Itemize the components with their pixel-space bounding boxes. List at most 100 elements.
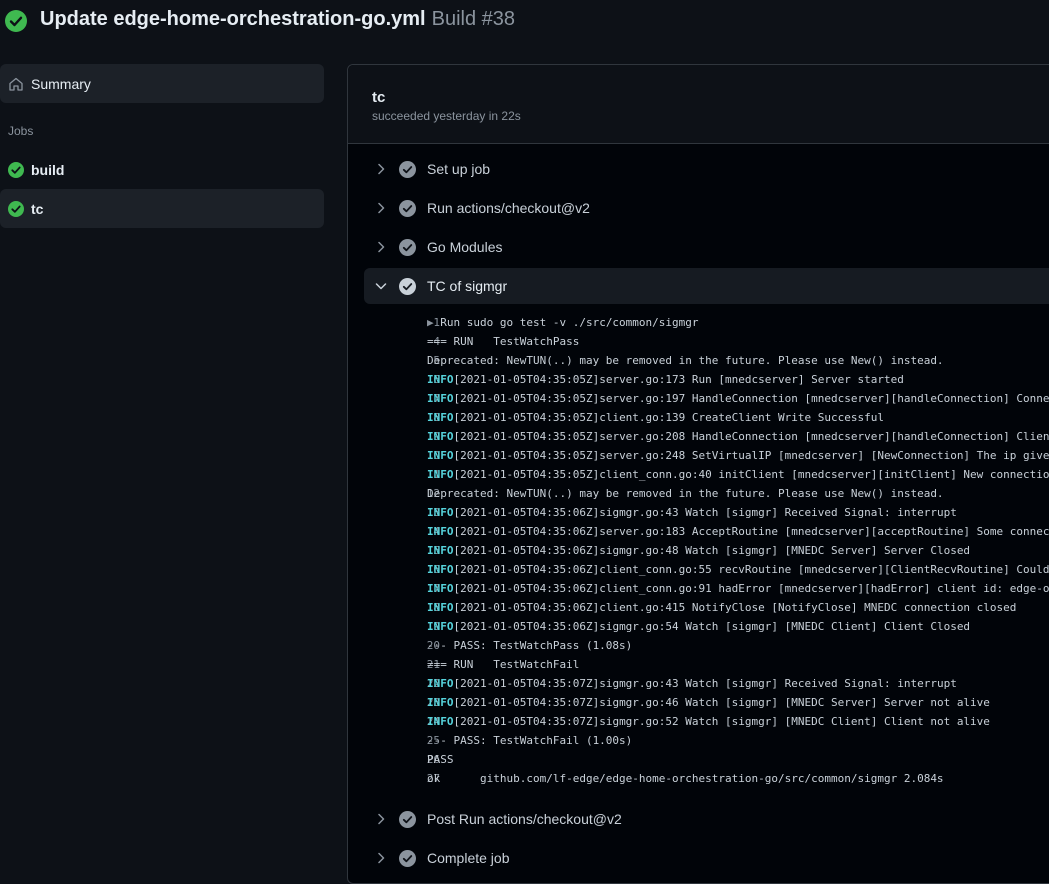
step-label: Complete job xyxy=(427,850,510,866)
step-label: Go Modules xyxy=(427,239,502,255)
step-post-run-checkout[interactable]: Post Run actions/checkout@v2 xyxy=(364,801,1049,837)
step-label: Post Run actions/checkout@v2 xyxy=(427,811,622,827)
log-message: [2021-01-05T04:35:07Z]sigmgr.go:52 Watch… xyxy=(454,715,990,728)
log-text: INFO[2021-01-05T04:35:07Z]sigmgr.go:46 W… xyxy=(427,693,990,712)
log-message: [2021-01-05T04:35:05Z]server.go:173 Run … xyxy=(454,373,904,386)
job-panel: tc succeeded yesterday in 22s Set up job… xyxy=(347,64,1049,884)
log-message: [2021-01-05T04:35:06Z]client_conn.go:91 … xyxy=(454,582,1049,595)
log-text: INFO[2021-01-05T04:35:05Z]client.go:139 … xyxy=(427,408,884,427)
chevron-right-icon xyxy=(374,162,388,176)
step-check-icon xyxy=(399,811,416,828)
step-check-icon xyxy=(399,239,416,256)
expand-triangle-icon[interactable]: ▶ xyxy=(427,316,440,329)
log-message: [2021-01-05T04:35:07Z]sigmgr.go:46 Watch… xyxy=(454,696,990,709)
log-line: 21=== RUN TestWatchFail xyxy=(348,655,1048,674)
log-line: 23INFO[2021-01-05T04:35:07Z]sigmgr.go:46… xyxy=(348,693,1048,712)
log-message: [2021-01-05T04:35:06Z]server.go:183 Acce… xyxy=(454,525,1049,538)
step-run-checkout[interactable]: Run actions/checkout@v2 xyxy=(364,190,1049,226)
log-text: --- PASS: TestWatchPass (1.08s) xyxy=(427,636,632,655)
log-text: INFO[2021-01-05T04:35:06Z]client_conn.go… xyxy=(427,579,1049,598)
sidebar-item-job-tc[interactable]: tc xyxy=(0,189,324,228)
log-text: INFO[2021-01-05T04:35:07Z]sigmgr.go:52 W… xyxy=(427,712,990,731)
log-message: [2021-01-05T04:35:06Z]sigmgr.go:43 Watch… xyxy=(454,506,957,519)
sidebar-item-label: Summary xyxy=(31,76,91,92)
log-message: --- PASS: TestWatchPass (1.08s) xyxy=(427,639,632,652)
step-check-icon xyxy=(399,161,416,178)
run-title: Update edge-home-orchestration-go.ymlBui… xyxy=(40,8,515,31)
log-line: 25--- PASS: TestWatchFail (1.00s) xyxy=(348,731,1048,750)
step-label: TC of sigmgr xyxy=(427,278,507,294)
log-message: [2021-01-05T04:35:06Z]sigmgr.go:54 Watch… xyxy=(454,620,971,633)
log-line: 22INFO[2021-01-05T04:35:07Z]sigmgr.go:43… xyxy=(348,674,1048,693)
log-message: --- PASS: TestWatchFail (1.00s) xyxy=(427,734,632,747)
chevron-down-icon xyxy=(374,279,388,293)
log-line: 16INFO[2021-01-05T04:35:06Z]client_conn.… xyxy=(348,560,1048,579)
log-level: INFO xyxy=(427,411,454,424)
log-level: INFO xyxy=(427,430,454,443)
log-line: 6INFO[2021-01-05T04:35:05Z]server.go:173… xyxy=(348,370,1048,389)
log-level: INFO xyxy=(427,525,454,538)
log-level: INFO xyxy=(427,563,454,576)
log-line: 1▶ Run sudo go test -v ./src/common/sigm… xyxy=(348,313,1048,332)
log-message: === RUN TestWatchFail xyxy=(427,658,579,671)
chevron-right-icon xyxy=(374,240,388,254)
log-line: 19INFO[2021-01-05T04:35:06Z]sigmgr.go:54… xyxy=(348,617,1048,636)
step-set-up-job[interactable]: Set up job xyxy=(364,151,1049,187)
log-message: [2021-01-05T04:35:06Z]client.go:415 Noti… xyxy=(454,601,1017,614)
step-complete-job[interactable]: Complete job xyxy=(364,840,1049,876)
log-text: Deprecated: NewTUN(..) may be removed in… xyxy=(427,351,944,370)
success-check-icon xyxy=(8,162,24,178)
step-label: Set up job xyxy=(427,161,490,177)
home-icon xyxy=(8,76,24,92)
log-text: Deprecated: NewTUN(..) may be removed in… xyxy=(427,484,944,503)
log-line: 5Deprecated: NewTUN(..) may be removed i… xyxy=(348,351,1048,370)
log-line: 9INFO[2021-01-05T04:35:05Z]server.go:208… xyxy=(348,427,1048,446)
log-line: 17INFO[2021-01-05T04:35:06Z]client_conn.… xyxy=(348,579,1048,598)
log-message: Deprecated: NewTUN(..) may be removed in… xyxy=(427,487,944,500)
log-level: INFO xyxy=(427,544,454,557)
log-message: [2021-01-05T04:35:06Z]sigmgr.go:48 Watch… xyxy=(454,544,971,557)
step-check-icon xyxy=(399,850,416,867)
chevron-right-icon xyxy=(374,201,388,215)
log-text: INFO[2021-01-05T04:35:06Z]server.go:183 … xyxy=(427,522,1049,541)
log-text: INFO[2021-01-05T04:35:06Z]sigmgr.go:43 W… xyxy=(427,503,957,522)
log-level: INFO xyxy=(427,601,454,614)
log-line: 13INFO[2021-01-05T04:35:06Z]sigmgr.go:43… xyxy=(348,503,1048,522)
log-line: 10INFO[2021-01-05T04:35:05Z]server.go:24… xyxy=(348,446,1048,465)
log-level: INFO xyxy=(427,373,454,386)
log-text: INFO[2021-01-05T04:35:05Z]server.go:173 … xyxy=(427,370,904,389)
log-line: 14INFO[2021-01-05T04:35:06Z]server.go:18… xyxy=(348,522,1048,541)
step-tc-of-sigmgr[interactable]: TC of sigmgr xyxy=(364,268,1049,304)
build-number: Build #38 xyxy=(432,8,515,30)
sidebar-item-label: build xyxy=(31,162,64,178)
log-text: INFO[2021-01-05T04:35:05Z]client_conn.go… xyxy=(427,465,1049,484)
log-level: INFO xyxy=(427,677,454,690)
log-text: INFO[2021-01-05T04:35:05Z]server.go:248 … xyxy=(427,446,1049,465)
log-text: ▶ Run sudo go test -v ./src/common/sigmg… xyxy=(427,313,699,332)
log-message: Run sudo go test -v ./src/common/sigmgr xyxy=(440,316,698,329)
log-text: --- PASS: TestWatchFail (1.00s) xyxy=(427,731,632,750)
step-check-icon xyxy=(399,278,416,295)
log-message: [2021-01-05T04:35:05Z]client.go:139 Crea… xyxy=(454,411,884,424)
chevron-right-icon xyxy=(374,812,388,826)
log-text: ok github.com/lf-edge/edge-home-orchestr… xyxy=(427,769,944,788)
log-line: 27ok github.com/lf-edge/edge-home-orches… xyxy=(348,769,1048,788)
log-message: [2021-01-05T04:35:07Z]sigmgr.go:43 Watch… xyxy=(454,677,957,690)
sidebar-item-summary[interactable]: Summary xyxy=(0,64,324,103)
log-line: 20--- PASS: TestWatchPass (1.08s) xyxy=(348,636,1048,655)
log-message: [2021-01-05T04:35:06Z]client_conn.go:55 … xyxy=(454,563,1049,576)
sidebar-item-job-build[interactable]: build xyxy=(0,150,324,189)
success-check-icon xyxy=(5,10,27,32)
step-go-modules[interactable]: Go Modules xyxy=(364,229,1049,265)
log-level: INFO xyxy=(427,468,454,481)
step-log: 1▶ Run sudo go test -v ./src/common/sigm… xyxy=(348,313,1048,788)
log-line: 26PASS xyxy=(348,750,1048,769)
log-message: Deprecated: NewTUN(..) may be removed in… xyxy=(427,354,944,367)
log-message: [2021-01-05T04:35:05Z]server.go:197 Hand… xyxy=(454,392,1049,405)
job-status: succeeded yesterday in 22s xyxy=(372,109,521,123)
log-line: 7INFO[2021-01-05T04:35:05Z]server.go:197… xyxy=(348,389,1048,408)
log-line: 11INFO[2021-01-05T04:35:05Z]client_conn.… xyxy=(348,465,1048,484)
log-level: INFO xyxy=(427,696,454,709)
log-text: INFO[2021-01-05T04:35:06Z]client_conn.go… xyxy=(427,560,1049,579)
log-level: INFO xyxy=(427,582,454,595)
